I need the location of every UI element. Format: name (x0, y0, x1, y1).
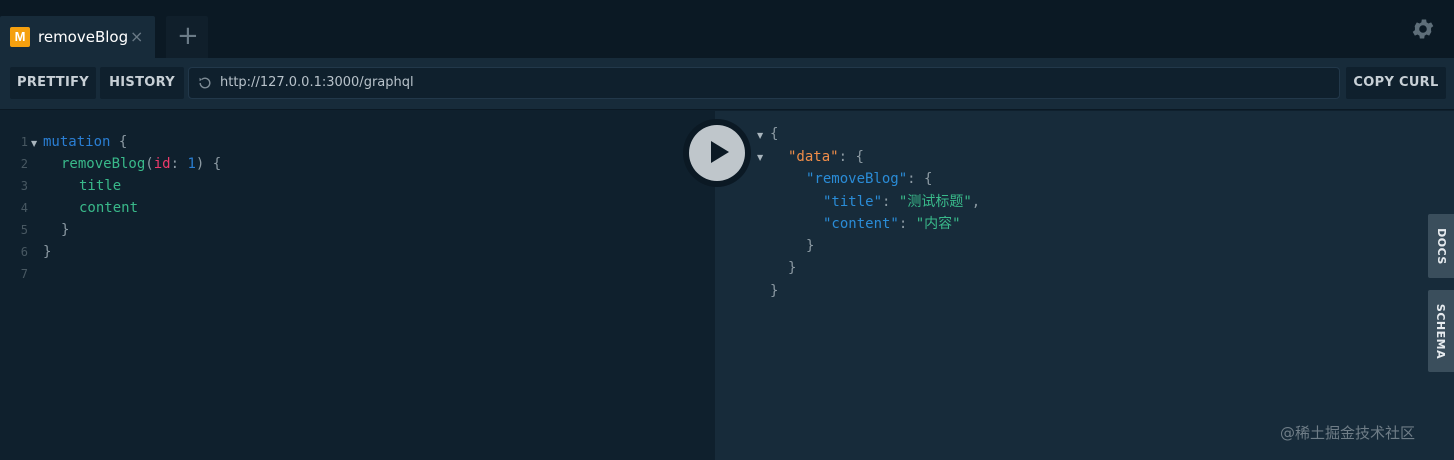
play-icon (711, 141, 729, 163)
code-line-3: title (79, 175, 121, 197)
line-number: 1 (20, 135, 28, 149)
history-button[interactable]: HISTORY (100, 67, 184, 99)
mutation-badge: M (10, 27, 30, 47)
toolbar: PRETTIFY HISTORY http://127.0.0.1:3000/g… (0, 58, 1454, 110)
execute-button-ring (683, 119, 751, 187)
prettify-button[interactable]: PRETTIFY (10, 67, 96, 99)
colon: : (898, 216, 908, 232)
brace: { (770, 126, 779, 142)
result-line-1: { (770, 123, 778, 145)
code-line-5: } (61, 219, 69, 241)
line-number: 4 (20, 201, 28, 215)
paren: ( (145, 156, 154, 172)
colon: : (907, 171, 916, 187)
brace: { (924, 171, 933, 187)
close-icon[interactable]: × (130, 27, 143, 46)
json-string: "内容" (915, 216, 961, 232)
query-editor[interactable]: 1 2 3 4 5 6 7 ▼ mutation { removeBlog(id… (0, 111, 715, 460)
fold-arrow-icon[interactable]: ▼ (31, 139, 37, 148)
code-line-4: content (79, 197, 138, 219)
line-number: 3 (20, 179, 28, 193)
reload-icon[interactable] (197, 75, 213, 91)
json-key: "data" (788, 149, 839, 165)
brace: { (212, 156, 222, 172)
schema-tab[interactable]: SCHEMA (1428, 290, 1454, 372)
comma: , (971, 194, 981, 210)
docs-tab[interactable]: DOCS (1428, 214, 1454, 278)
result-line-4: "title": "测试标题", (823, 191, 980, 213)
gear-icon[interactable] (1410, 16, 1436, 42)
result-line-2: "data": { (788, 146, 864, 168)
brace: { (855, 149, 864, 165)
line-number: 6 (20, 245, 28, 259)
result-line-5: "content": "内容" (823, 213, 961, 235)
brace: } (61, 222, 70, 238)
brace: { (118, 134, 128, 150)
brace: } (770, 283, 779, 299)
colon: : (838, 149, 848, 165)
plus-icon: + (177, 21, 199, 51)
json-string: "测试标题" (898, 194, 972, 210)
field-name: content (79, 200, 139, 216)
schema-label: SCHEMA (1434, 303, 1448, 359)
field-name: removeBlog (61, 156, 146, 172)
watermark: @稀土掘金技术社区 (1280, 424, 1416, 442)
result-line-7: } (788, 257, 796, 279)
keyword: mutation (43, 134, 111, 150)
paren: ) (195, 156, 205, 172)
brace: } (806, 238, 815, 254)
colon: : (882, 194, 891, 210)
result-line-6: } (806, 235, 814, 257)
copy-curl-button[interactable]: COPY CURL (1346, 67, 1446, 99)
json-key: "title" (823, 194, 883, 210)
colon: : (170, 156, 180, 172)
argument-value: 1 (187, 156, 196, 172)
result-line-3: "removeBlog": { (806, 168, 932, 190)
argument-name: id (153, 156, 171, 172)
line-number: 2 (20, 157, 28, 171)
json-key: "content" (823, 216, 899, 232)
result-viewer: ▼ ▼ { "data": { "removeBlog": { "title":… (715, 111, 1454, 460)
code-line-2: removeBlog(id: 1) { (61, 153, 221, 175)
result-line-8: } (770, 280, 778, 302)
add-tab-button[interactable]: + (166, 16, 208, 58)
tab-title: removeBlog (38, 28, 129, 46)
line-number: 5 (20, 223, 28, 237)
field-name: title (79, 178, 122, 194)
line-number: 7 (20, 267, 28, 281)
json-key: "removeBlog" (806, 171, 908, 187)
code-line-1: mutation { (43, 131, 127, 153)
brace: } (43, 244, 52, 260)
docs-label: DOCS (1434, 227, 1448, 265)
fold-arrow-icon[interactable]: ▼ (757, 131, 763, 140)
fold-arrow-icon[interactable]: ▼ (757, 153, 763, 162)
tab-removeblog[interactable]: M removeBlog × (0, 16, 155, 58)
url-text[interactable]: http://127.0.0.1:3000/graphql (220, 75, 414, 90)
tab-bar: M removeBlog × + (0, 0, 1454, 58)
url-input[interactable]: http://127.0.0.1:3000/graphql (188, 67, 1340, 99)
brace: } (788, 260, 797, 276)
execute-button[interactable] (689, 125, 745, 181)
code-line-6: } (43, 241, 51, 263)
